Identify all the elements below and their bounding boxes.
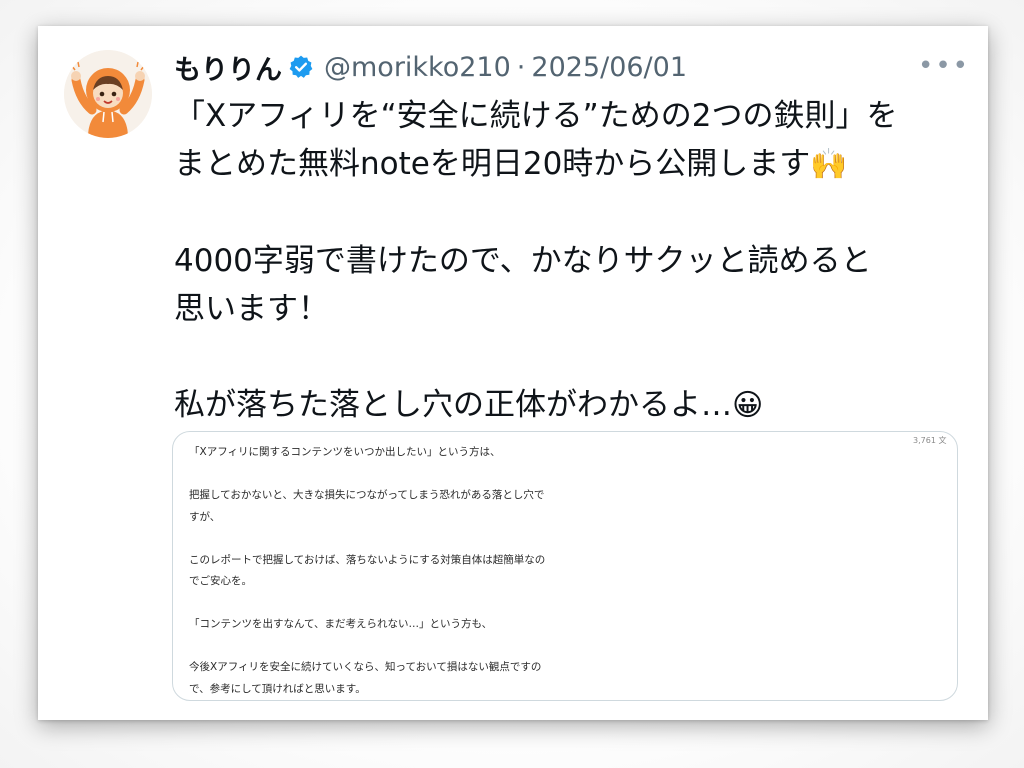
excerpt-line: すが、: [189, 510, 221, 523]
tweet-date[interactable]: 2025/06/01: [531, 52, 687, 83]
tweet-card: もりりん @morikko210 · 2025/06/01 ••• 「Xアフィリ…: [38, 26, 988, 720]
avatar[interactable]: [64, 50, 152, 138]
excerpt-line: このレポートで把握しておけば、落ちないようにする対策自体は超簡単なの: [189, 553, 546, 566]
user-handle[interactable]: @morikko210: [324, 52, 511, 83]
excerpt-blank: [189, 636, 929, 658]
tweet-line: 思います！: [174, 291, 329, 327]
tweet-line: まとめた無料noteを明日20時から公開します🙌: [174, 140, 974, 189]
attached-image[interactable]: 3,761 文 「Xアフィリに関するコンテンツをいつか出したい」という方は、 把…: [172, 431, 958, 701]
header-separator: ·: [516, 51, 526, 83]
grinning-face-emoji-icon: 😀: [732, 388, 764, 423]
excerpt-line: で、参考にして頂ければと思います。: [189, 682, 366, 695]
excerpt-line: でご安心を。: [189, 575, 252, 587]
excerpt-line: 把握しておかないと、大きな損失につながってしまう恐れがある落とし穴で: [189, 489, 545, 501]
tweet-line-text: まとめた無料noteを明日20時から公開します: [174, 146, 811, 182]
excerpt-line: 「Xアフィリに関するコンテンツをいつか出したい」という方は、: [189, 446, 501, 458]
more-options-icon[interactable]: •••: [918, 53, 970, 79]
verified-badge-icon: [289, 55, 313, 78]
tweet-text: 「Xアフィリを“安全に続ける”ための2つの鉄則」を まとめた無料noteを明日2…: [174, 92, 974, 430]
tweet-line: 私が落ちた落とし穴の正体がわかるよ…😀: [174, 381, 974, 430]
excerpt-line: 「コンテンツを出すなんて、まだ考えられない…」という方も、: [189, 618, 493, 630]
excerpt-line: 今後Xアフィリを安全に続けていくなら、知っておいて損はない観点ですの: [189, 661, 542, 673]
display-name[interactable]: もりりん: [174, 48, 282, 87]
tweet-line: 4000字弱で書けたので、かなりサクッと読めると: [174, 243, 872, 279]
excerpt-blank: [189, 464, 929, 486]
avatar-illustration: [64, 50, 152, 138]
tweet-header: もりりん @morikko210 · 2025/06/01: [174, 46, 687, 88]
excerpt-blank: [189, 593, 929, 615]
excerpt-blank: [189, 528, 929, 550]
tweet-line: 「Xアフィリを“安全に続ける”ための2つの鉄則」を: [174, 98, 898, 134]
tweet-line-text: 私が落ちた落とし穴の正体がわかるよ…: [174, 387, 732, 423]
note-excerpt: 「Xアフィリに関するコンテンツをいつか出したい」という方は、 把握しておかないと…: [189, 442, 929, 700]
raising-hands-emoji-icon: 🙌: [810, 147, 848, 182]
